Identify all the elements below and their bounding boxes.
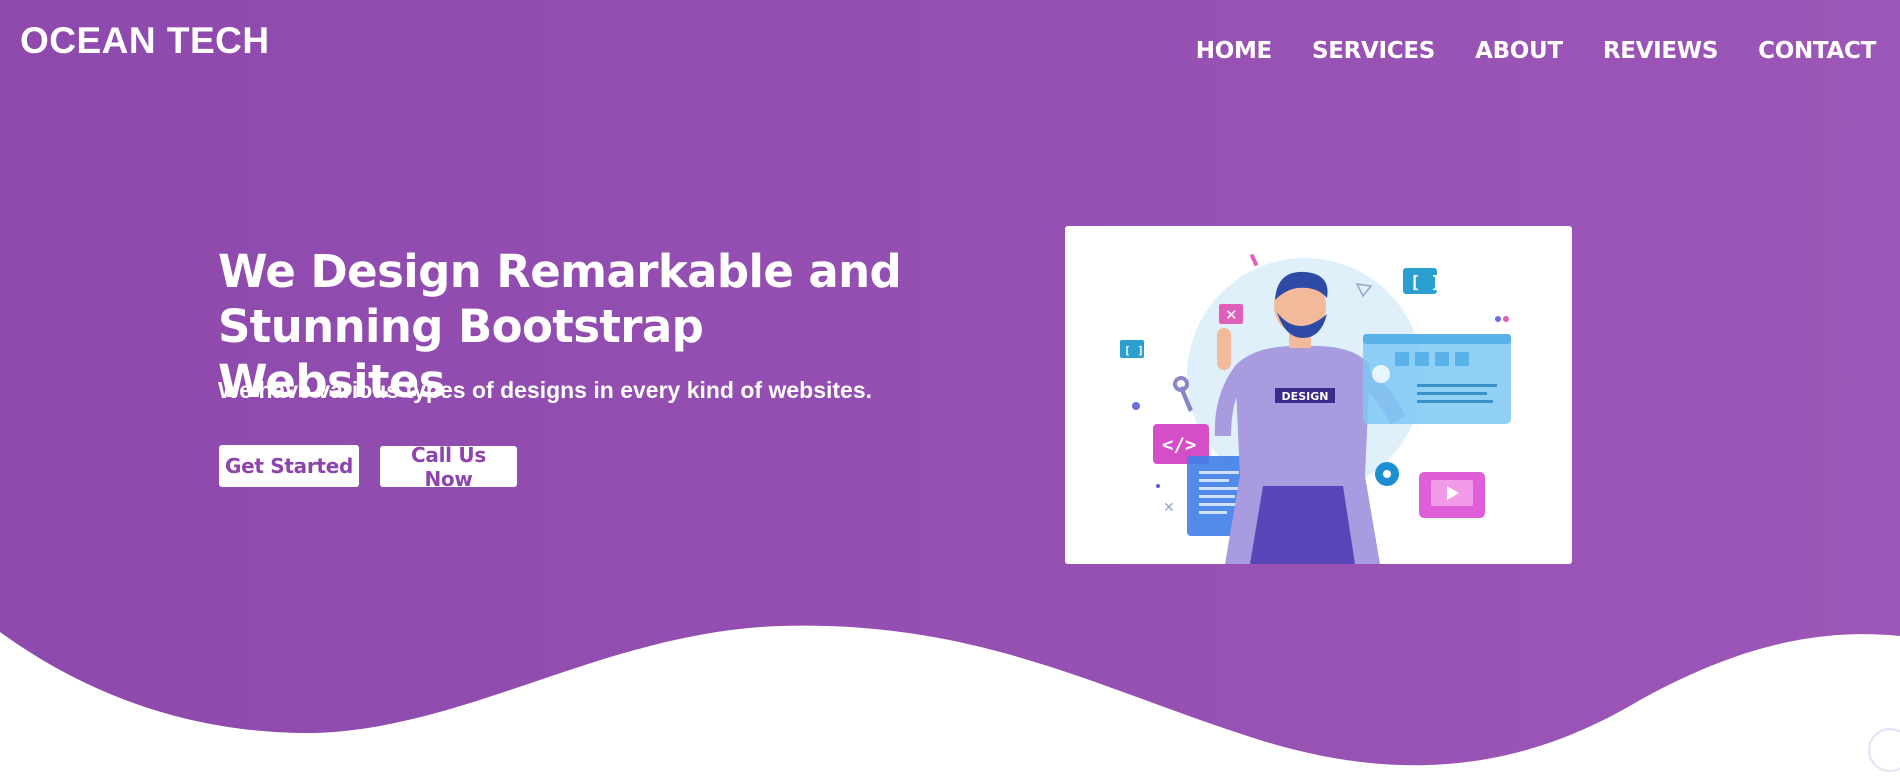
nav-about[interactable]: ABOUT <box>1475 40 1563 63</box>
hero-illustration: ✕ [ ] [ ] </> DESIGN ✕ <box>1065 226 1572 564</box>
svg-text:✕: ✕ <box>1225 306 1238 324</box>
nav-home[interactable]: HOME <box>1196 40 1273 63</box>
nav-reviews[interactable]: REVIEWS <box>1603 40 1719 63</box>
svg-text:[ ]: [ ] <box>1124 344 1144 357</box>
call-us-now-button[interactable]: Call Us Now <box>380 443 517 491</box>
browser-window-panel <box>1363 334 1511 424</box>
gear-icon <box>1375 462 1399 486</box>
svg-text:[ ]: [ ] <box>1410 273 1441 293</box>
designer-illustration: ✕ [ ] [ ] </> DESIGN ✕ <box>1120 253 1511 564</box>
close-tile-icon: ✕ <box>1219 304 1243 324</box>
main-nav: HOME SERVICES ABOUT REVIEWS CONTACT <box>1196 40 1877 63</box>
bracket-icon: [ ] <box>1403 268 1441 294</box>
svg-text:DESIGN: DESIGN <box>1282 390 1329 403</box>
svg-text:✕: ✕ <box>1163 500 1175 516</box>
bracket-small-icon: [ ] <box>1120 340 1144 358</box>
video-play-icon <box>1419 472 1485 518</box>
nav-services[interactable]: SERVICES <box>1312 40 1435 63</box>
svg-text:</>: </> <box>1162 434 1196 456</box>
hero-subtitle: We have various types of designs in ever… <box>218 377 873 403</box>
get-started-button[interactable]: Get Started <box>219 445 359 487</box>
hero-section: OCEAN TECH HOME SERVICES ABOUT REVIEWS C… <box>0 0 1900 777</box>
design-badge: DESIGN <box>1275 388 1335 403</box>
brand-logo[interactable]: OCEAN TECH <box>20 22 270 59</box>
nav-contact[interactable]: CONTACT <box>1758 40 1876 63</box>
